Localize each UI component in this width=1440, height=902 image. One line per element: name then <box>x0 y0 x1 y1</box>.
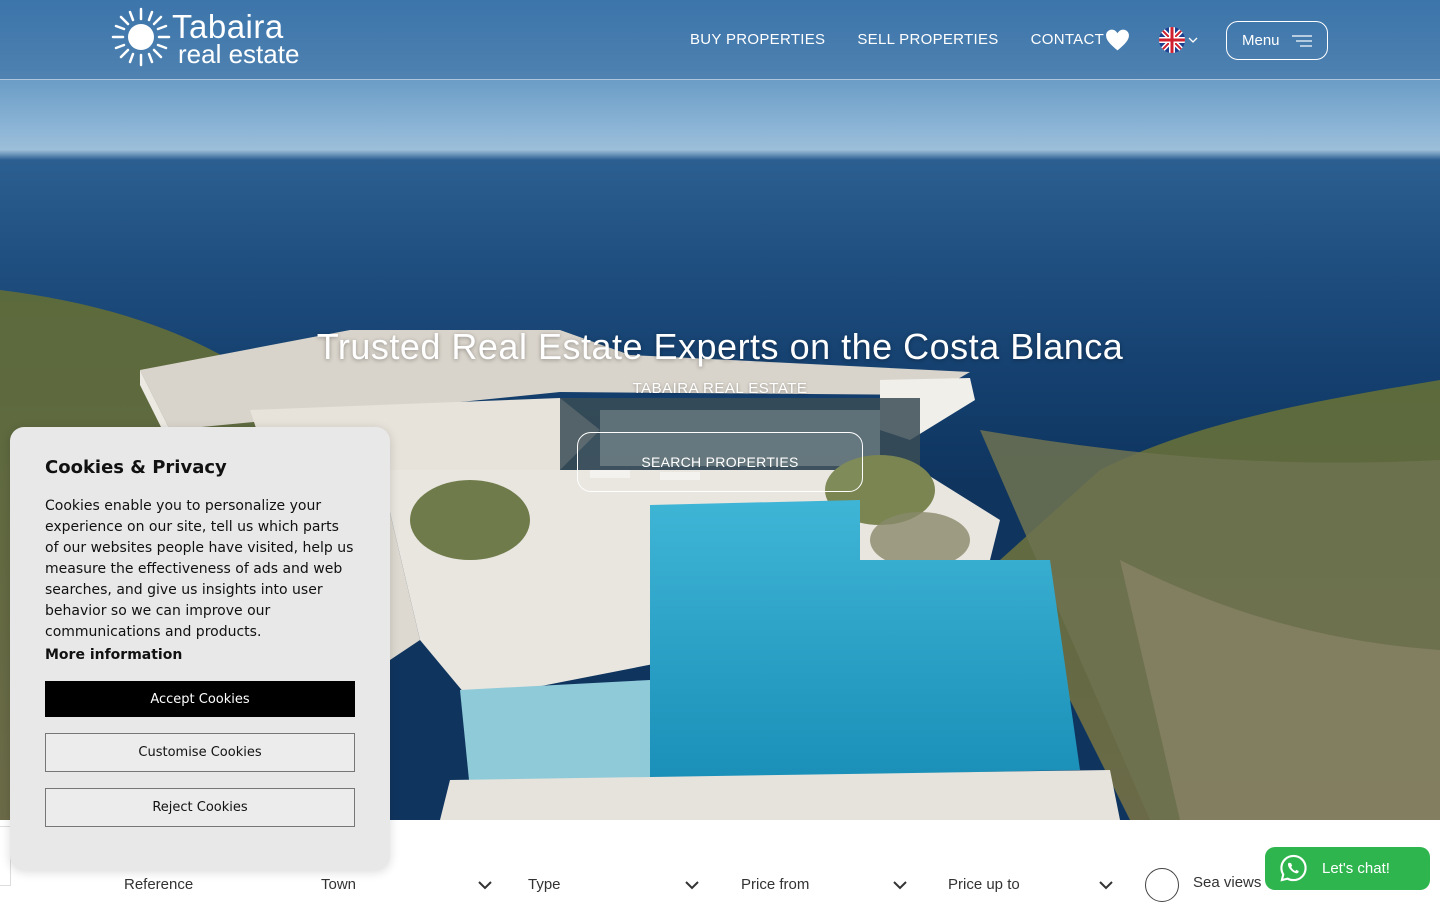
main-nav: BUY PROPERTIES SELL PROPERTIES CONTACT <box>690 31 1136 48</box>
price-from-select[interactable]: Price from <box>741 876 809 893</box>
hamburger-icon <box>1291 34 1312 47</box>
chat-label: Let's chat! <box>1322 860 1390 877</box>
logo-line-2: real estate <box>178 38 300 69</box>
cookie-consent-panel: Cookies & Privacy Cookies enable you to … <box>10 427 390 870</box>
sea-views-label: Sea views <box>1193 874 1262 891</box>
sea-views-checkbox[interactable] <box>1145 868 1179 902</box>
logo-line-1: Tabaira <box>172 7 284 45</box>
customise-cookies-button[interactable]: Customise Cookies <box>45 733 355 772</box>
heart-icon[interactable] <box>1105 28 1130 52</box>
menu-button[interactable]: Menu <box>1226 21 1328 60</box>
more-information-link[interactable]: More information <box>45 647 355 663</box>
nav-buy-properties[interactable]: BUY PROPERTIES <box>690 31 825 48</box>
chevron-down-icon <box>1188 37 1198 43</box>
chevron-down-icon <box>685 881 699 890</box>
hero-title: Trusted Real Estate Experts on the Costa… <box>316 326 1124 367</box>
town-select[interactable]: Town <box>321 876 356 893</box>
sun-logo-icon <box>111 7 171 67</box>
search-properties-button[interactable]: SEARCH PROPERTIES <box>577 432 863 492</box>
chevron-down-icon <box>1099 881 1113 890</box>
language-selector[interactable] <box>1159 27 1198 53</box>
chevron-down-icon <box>478 881 492 890</box>
type-select[interactable]: Type <box>528 876 561 893</box>
nav-sell-properties[interactable]: SELL PROPERTIES <box>857 31 998 48</box>
logo-wordmark: Tabaira real estate <box>172 8 299 67</box>
cookie-description: Cookies enable you to personalize your e… <box>45 498 354 640</box>
hero-subtitle: TABAIRA REAL ESTATE <box>632 380 808 397</box>
whatsapp-chat-button[interactable]: Let's chat! <box>1265 847 1430 890</box>
accept-cookies-button[interactable]: Accept Cookies <box>45 681 355 717</box>
nav-contact[interactable]: CONTACT <box>1031 31 1104 48</box>
menu-label: Menu <box>1242 32 1280 49</box>
reject-cookies-button[interactable]: Reject Cookies <box>45 788 355 827</box>
reference-input[interactable]: Reference <box>124 876 193 893</box>
cookie-title: Cookies & Privacy <box>45 457 227 478</box>
site-logo[interactable]: Tabaira real estate <box>110 6 299 68</box>
chevron-down-icon <box>893 881 907 890</box>
price-up-to-select[interactable]: Price up to <box>948 876 1020 893</box>
site-header: Tabaira real estate BUY PROPERTIES SELL … <box>0 0 1440 80</box>
whatsapp-icon <box>1280 854 1307 882</box>
uk-flag-icon <box>1159 27 1185 53</box>
